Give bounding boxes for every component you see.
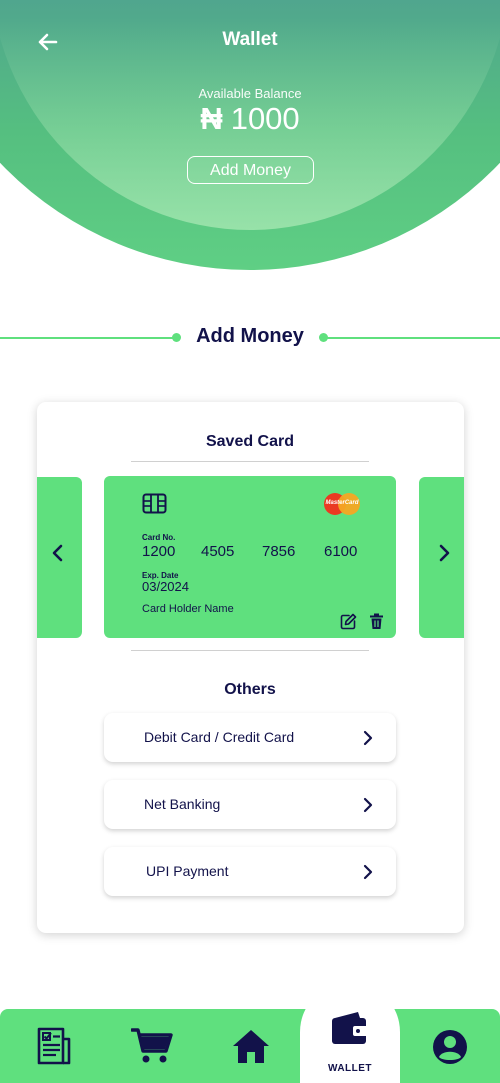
chevron-left-icon [52,544,63,562]
balance-value: 1000 [230,101,300,136]
card-number-group-4: 6100 [324,543,358,560]
balance-amount: ₦ 1000 [0,101,500,137]
profile-icon[interactable] [432,1029,468,1065]
option-label: Debit Card / Credit Card [144,729,295,745]
exp-date-value: 03/2024 [142,579,189,594]
next-card-button[interactable] [419,477,464,638]
card-number-label: Card No. [142,533,176,542]
card-brand: MasterCard [325,500,359,506]
nav-wallet-label: WALLET [327,1063,373,1074]
chevron-right-icon [363,797,373,813]
divider-bottom [131,650,369,651]
card-number-group-1: 1200 [142,543,176,560]
page-title: Wallet [222,29,278,50]
chevron-right-icon [363,730,373,746]
option-label: Net Banking [144,796,221,812]
chevron-right-icon [363,864,373,880]
section-line-right [324,337,500,339]
others-heading: Others [224,681,276,698]
edit-icon[interactable] [340,613,357,630]
option-debit-credit-card[interactable]: Debit Card / Credit Card [104,713,396,762]
cart-icon[interactable] [131,1027,173,1065]
balance-label: Available Balance [198,86,302,101]
option-net-banking[interactable]: Net Banking [104,780,396,829]
saved-card[interactable]: MasterCard Card No. 1200 4505 7856 6100 … [104,476,396,638]
previous-card-button[interactable] [37,477,82,638]
saved-card-heading: Saved Card [205,433,295,450]
add-money-button[interactable]: Add Money [187,156,314,184]
home-icon[interactable] [231,1028,271,1064]
option-upi-payment[interactable]: UPI Payment [104,847,396,896]
chevron-right-icon [439,544,450,562]
wallet-icon[interactable] [331,1011,368,1045]
divider-top [131,461,369,462]
currency-symbol: ₦ [200,101,223,136]
delete-icon[interactable] [369,613,384,630]
option-label: UPI Payment [146,863,229,879]
card-number-group-2: 4505 [201,543,235,560]
mastercard-logo: MasterCard [324,493,360,515]
receipt-icon[interactable] [36,1027,72,1065]
card-holder-name: Card Holder Name [142,603,234,615]
card-number-group-3: 7856 [262,543,296,560]
card-chip-icon [142,493,167,514]
